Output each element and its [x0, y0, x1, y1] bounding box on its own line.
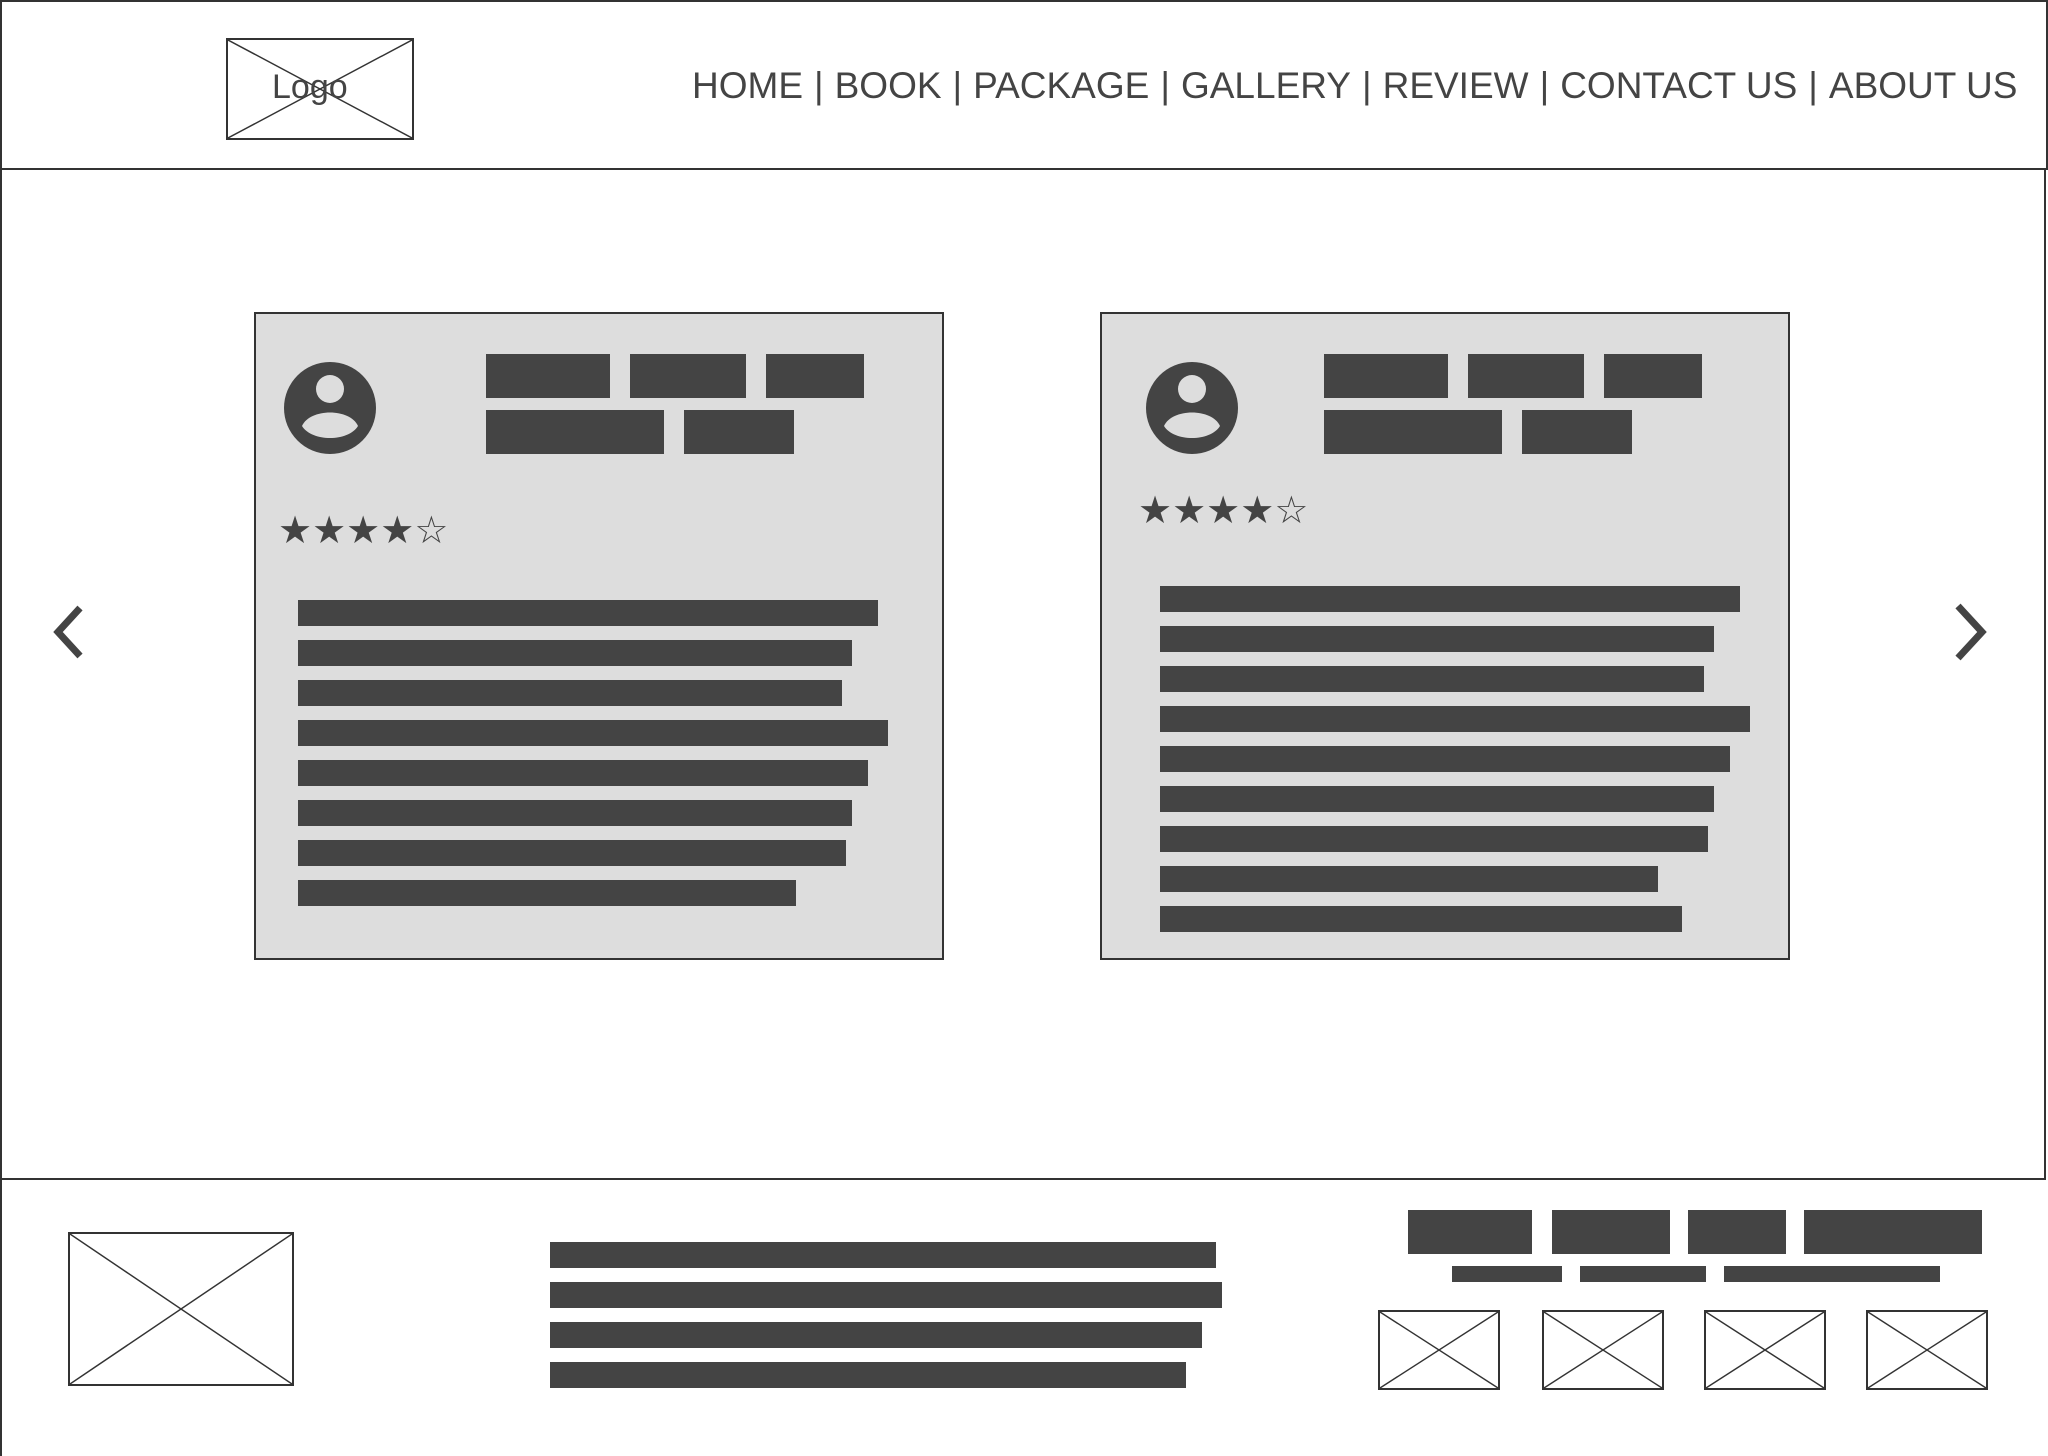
- review-card: ★★★★☆: [254, 312, 944, 960]
- reviewer-name-placeholder: [630, 354, 746, 398]
- nav-about-us[interactable]: ABOUT US: [1829, 65, 2017, 107]
- reviewer-name-placeholder: [486, 354, 610, 398]
- review-text-placeholder: [298, 720, 888, 746]
- reviewer-name-placeholder: [766, 354, 864, 398]
- review-text-placeholder: [1160, 826, 1708, 852]
- review-text-placeholder: [1160, 626, 1714, 652]
- review-text-placeholder: [298, 680, 842, 706]
- nav-contact-us[interactable]: CONTACT US: [1560, 65, 1797, 107]
- chevron-left-icon[interactable]: [48, 602, 88, 662]
- nav-separator: |: [1808, 65, 1818, 106]
- star-filled-icon: ★: [1138, 490, 1173, 532]
- star-rating: ★★★★☆: [278, 512, 448, 550]
- nav-separator: |: [952, 65, 963, 106]
- review-text-placeholder: [1160, 866, 1658, 892]
- nav-separator: |: [814, 65, 824, 106]
- nav-gallery[interactable]: GALLERY: [1181, 65, 1351, 107]
- review-text-placeholder: [298, 760, 868, 786]
- footer-link-placeholder[interactable]: [1408, 1210, 1532, 1254]
- star-filled-icon: ★: [1240, 490, 1275, 532]
- user-avatar-icon: [284, 362, 376, 454]
- review-text-placeholder: [298, 880, 796, 906]
- nav-separator: |: [1361, 65, 1372, 106]
- review-text-placeholder: [298, 800, 852, 826]
- logo[interactable]: Logo: [226, 38, 414, 140]
- star-empty-icon: ☆: [414, 510, 449, 552]
- star-filled-icon: ★: [346, 510, 381, 552]
- footer-link-placeholder[interactable]: [1552, 1210, 1670, 1254]
- nav-review[interactable]: REVIEW: [1383, 65, 1529, 107]
- footer-logo-image: [68, 1232, 294, 1386]
- social-icon-image[interactable]: [1542, 1310, 1664, 1390]
- main-nav: HOME | BOOK | PACKAGE | GALLERY | REVIEW…: [692, 62, 2017, 110]
- reviewer-name-placeholder: [1468, 354, 1584, 398]
- footer-sublink-placeholder[interactable]: [1452, 1266, 1562, 1282]
- star-filled-icon: ★: [278, 510, 313, 552]
- review-meta-placeholder: [1522, 410, 1632, 454]
- review-meta-placeholder: [1324, 410, 1502, 454]
- star-empty-icon: ☆: [1274, 490, 1309, 532]
- social-icon-image[interactable]: [1866, 1310, 1988, 1390]
- star-filled-icon: ★: [1206, 490, 1241, 532]
- footer-text-placeholder: [550, 1282, 1222, 1308]
- nav-separator: |: [1160, 65, 1170, 106]
- review-text-placeholder: [298, 600, 878, 626]
- nav-book[interactable]: BOOK: [835, 65, 942, 107]
- review-text-placeholder: [1160, 666, 1704, 692]
- user-avatar-icon: [1146, 362, 1238, 454]
- reviewer-name-placeholder: [1324, 354, 1448, 398]
- nav-home[interactable]: HOME: [692, 65, 803, 107]
- review-text-placeholder: [298, 640, 852, 666]
- footer-link-placeholder[interactable]: [1688, 1210, 1786, 1254]
- star-rating: ★★★★☆: [1138, 492, 1308, 530]
- footer-sublink-placeholder[interactable]: [1580, 1266, 1706, 1282]
- nav-package[interactable]: PACKAGE: [973, 65, 1149, 107]
- review-text-placeholder: [1160, 786, 1714, 812]
- review-text-placeholder: [298, 840, 846, 866]
- logo-label: Logo: [272, 68, 348, 106]
- review-text-placeholder: [1160, 586, 1740, 612]
- footer-sublink-placeholder[interactable]: [1724, 1266, 1940, 1282]
- review-meta-placeholder: [684, 410, 794, 454]
- social-icon-image[interactable]: [1378, 1310, 1500, 1390]
- chevron-right-icon[interactable]: [1950, 602, 1990, 662]
- review-text-placeholder: [1160, 706, 1750, 732]
- footer-text-placeholder: [550, 1362, 1186, 1388]
- footer-text-placeholder: [550, 1322, 1202, 1348]
- star-filled-icon: ★: [380, 510, 415, 552]
- social-icon-image[interactable]: [1704, 1310, 1826, 1390]
- review-card: ★★★★☆: [1100, 312, 1790, 960]
- footer-text-placeholder: [550, 1242, 1216, 1268]
- review-text-placeholder: [1160, 746, 1730, 772]
- review-text-placeholder: [1160, 906, 1682, 932]
- reviewer-name-placeholder: [1604, 354, 1702, 398]
- star-filled-icon: ★: [312, 510, 347, 552]
- nav-separator: |: [1539, 65, 1550, 106]
- star-filled-icon: ★: [1172, 490, 1207, 532]
- review-meta-placeholder: [486, 410, 664, 454]
- footer-link-placeholder[interactable]: [1804, 1210, 1982, 1254]
